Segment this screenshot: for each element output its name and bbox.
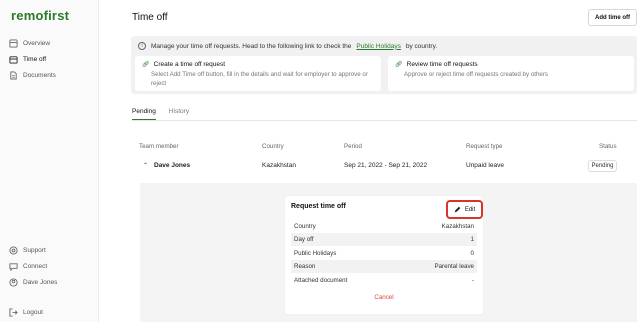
main-content: Time off Add time off i Manage your time… (100, 0, 640, 322)
row-type: Unpaid leave (466, 162, 504, 169)
user-icon (9, 277, 18, 287)
column-header-status: Status (599, 143, 617, 150)
tab-history[interactable]: History (169, 108, 189, 120)
chevron-up-icon[interactable]: ⌃ (143, 162, 148, 169)
public-holidays-link[interactable]: Public Holidays (356, 43, 400, 50)
sidebar-item-connect[interactable]: Connect (9, 259, 47, 273)
info-card-review: 🔗︎ Review time off requests Approve or r… (388, 56, 634, 91)
edit-button[interactable]: Edit (446, 200, 483, 219)
logout-label: Logout (23, 308, 43, 316)
add-time-off-button[interactable]: Add time off (588, 9, 637, 26)
calendar-icon (9, 55, 18, 64)
detail-row-country: Country Kazakhstan (291, 220, 477, 233)
detail-value: 1 (470, 236, 474, 243)
detail-label: Attached document (294, 277, 348, 284)
info-icon: i (138, 42, 146, 50)
info-panel: i Manage your time off requests. Head to… (131, 36, 637, 94)
detail-value: 0 (470, 250, 474, 257)
detail-value: - (471, 277, 474, 284)
detail-value: Parental leave (434, 263, 474, 270)
detail-row-reason: Reason Parental leave (291, 260, 477, 273)
sidebar-item-label: Support (23, 246, 46, 254)
column-header-member: Team member (139, 143, 179, 150)
detail-label: Public Holidays (294, 250, 337, 257)
info-card-create: 🔗︎ Create a time off request Select Add … (135, 56, 381, 91)
sidebar-item-label: Connect (23, 262, 48, 270)
logo: remofirst (11, 8, 70, 23)
column-header-country: Country (262, 143, 284, 150)
row-country: Kazakhstan (262, 162, 296, 169)
detail-label: Day off (294, 236, 314, 243)
info-text: Manage your time off requests. Head to t… (151, 42, 352, 50)
detail-row-day-off: Day off 1 (291, 233, 477, 246)
sidebar-item-documents[interactable]: Documents (9, 68, 56, 82)
detail-label: Country (294, 223, 316, 230)
row-period: Sep 21, 2022 - Sep 21, 2022 (344, 162, 428, 169)
sidebar-item-time-off[interactable]: Time off (9, 52, 46, 66)
sidebar-item-label: Documents (23, 71, 56, 79)
sidebar-item-label: Dave Jones (23, 278, 58, 286)
row-member: Dave Jones (154, 162, 191, 169)
card-title-text: Create a time off request (153, 61, 226, 68)
tab-pending[interactable]: Pending (132, 108, 156, 120)
detail-value: Kazakhstan (441, 223, 474, 230)
logout-icon (9, 307, 18, 317)
info-text-end: by country. (405, 42, 438, 50)
cancel-button[interactable]: Cancel (285, 294, 483, 301)
info-message: i Manage your time off requests. Head to… (138, 42, 437, 50)
card-description: Select Add Time off button, fill in the … (151, 71, 368, 87)
card-title: 🔗︎ Create a time off request (142, 61, 225, 68)
pencil-icon (454, 206, 461, 213)
column-header-type: Request type (466, 143, 503, 150)
sidebar-item-overview[interactable]: Overview (9, 36, 50, 50)
request-title: Request time off (291, 203, 346, 210)
chat-icon (9, 262, 18, 271)
status-badge: Pending (588, 160, 617, 172)
detail-row-attached-document: Attached document - (291, 274, 477, 287)
sidebar-item-label: Overview (23, 39, 51, 47)
card-title: 🔗︎ Review time off requests (395, 61, 478, 68)
card-title-text: Review time off requests (406, 61, 478, 68)
sidebar: remofirst Overview Time off Documents Su… (0, 0, 99, 322)
tab-bar: Pending History (132, 108, 189, 120)
edit-label: Edit (464, 206, 476, 213)
document-icon (9, 70, 18, 80)
card-description: Approve or reject time off requests crea… (404, 71, 548, 78)
overview-icon (9, 38, 18, 48)
detail-label: Reason (294, 263, 316, 270)
sidebar-item-support[interactable]: Support (9, 243, 46, 257)
detail-row-public-holidays: Public Holidays 0 (291, 247, 477, 260)
sidebar-item-label: Time off (23, 55, 47, 63)
request-details-card: Request time off Edit Country Kazakhstan… (285, 196, 483, 314)
tabs-divider (132, 120, 637, 121)
sidebar-item-profile[interactable]: Dave Jones (9, 275, 57, 289)
link-icon: 🔗︎ (142, 62, 150, 68)
link-icon: 🔗︎ (395, 62, 403, 68)
support-icon (9, 245, 18, 255)
column-header-period: Period (344, 143, 362, 150)
logout-button[interactable]: Logout (9, 305, 43, 319)
page-title: Time off (132, 12, 168, 23)
